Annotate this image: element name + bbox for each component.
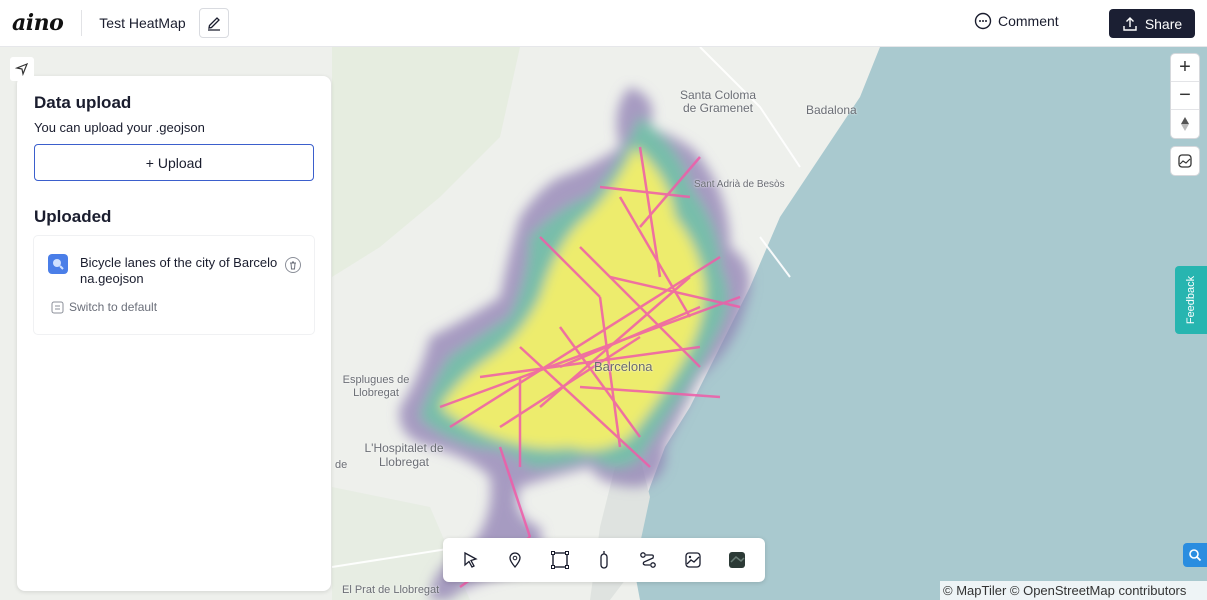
drawing-toolbar — [443, 538, 765, 582]
image-icon — [684, 552, 701, 568]
app-logo[interactable]: aino — [12, 10, 64, 36]
route-icon — [640, 552, 657, 568]
search-help-icon — [1189, 549, 1202, 562]
rectangle-tool[interactable] — [547, 547, 573, 573]
map-attribution[interactable]: © MapTiler © OpenStreetMap contributors — [940, 581, 1207, 600]
map-label-el-prat: El Prat de Llobregat — [342, 584, 440, 596]
panel-subtitle: You can upload your .geojson — [34, 120, 205, 135]
comment-button[interactable]: Comment — [974, 12, 1059, 30]
cursor-icon — [464, 551, 478, 568]
project-title[interactable]: Test HeatMap — [99, 15, 185, 31]
compass-button[interactable] — [1171, 110, 1199, 138]
comment-icon — [974, 12, 992, 30]
help-button[interactable] — [1183, 543, 1207, 567]
zoom-in-button[interactable]: + — [1171, 54, 1199, 82]
satellite-tool[interactable] — [724, 547, 750, 573]
map-label-sant-adria: Sant Adrià de Besòs — [694, 179, 785, 190]
map-label-santa-coloma: Santa Coloma de Gramenet — [679, 88, 757, 115]
route-tool[interactable] — [635, 547, 661, 573]
geojson-file-icon — [48, 254, 68, 274]
navigation-arrow-icon — [15, 62, 29, 76]
map-label-badalona: Badalona — [806, 103, 857, 117]
zoom-out-button[interactable]: − — [1171, 82, 1199, 110]
rectangle-icon — [550, 551, 569, 569]
basemap-button[interactable] — [1171, 147, 1199, 175]
upload-share-icon — [1123, 16, 1137, 31]
share-button[interactable]: Share — [1109, 9, 1195, 38]
map-label-de: de — [335, 459, 348, 471]
map-image-icon — [1178, 154, 1192, 168]
satellite-icon — [728, 552, 745, 568]
map-label-hospitalet: L'Hospitalet de Llobregat — [364, 441, 444, 469]
pin-icon — [509, 552, 522, 569]
switch-label: Switch to default — [69, 300, 158, 314]
uploaded-file-card[interactable]: Bicycle lanes of the city of Barcelona.g… — [34, 236, 314, 334]
select-tool[interactable] — [458, 547, 484, 573]
uploaded-heading: Uploaded — [34, 207, 112, 226]
delete-file-button[interactable] — [285, 257, 301, 273]
map-label-barcelona: Barcelona — [594, 359, 653, 374]
marker-pen-icon — [600, 551, 608, 569]
marker-tool[interactable] — [591, 547, 617, 573]
header-divider — [81, 10, 83, 36]
image-tool[interactable] — [680, 547, 706, 573]
compass-icon — [1181, 117, 1189, 131]
comment-label: Comment — [998, 13, 1059, 29]
feedback-tab[interactable]: Feedback — [1175, 266, 1207, 334]
trash-icon — [290, 261, 296, 270]
zoom-controls: + − — [1171, 54, 1199, 138]
upload-button[interactable]: + Upload — [34, 144, 314, 181]
edit-title-button[interactable] — [198, 8, 229, 38]
data-upload-panel: Data upload You can upload your .geojson… — [17, 76, 331, 591]
swap-icon — [51, 301, 64, 313]
switch-to-default-button[interactable]: Switch to default — [51, 300, 157, 314]
feedback-label: Feedback — [1185, 275, 1197, 325]
locate-button[interactable] — [10, 57, 34, 81]
map-label-esplugues: Esplugues de Llobregat — [342, 374, 410, 399]
panel-title: Data upload — [34, 93, 132, 112]
pencil-icon — [207, 17, 220, 31]
pin-tool[interactable] — [502, 547, 528, 573]
file-name: Bicycle lanes of the city of Barcelona.g… — [80, 255, 278, 286]
share-label: Share — [1144, 15, 1183, 32]
top-bar: aino Test HeatMap Comment Share — [0, 0, 1207, 47]
